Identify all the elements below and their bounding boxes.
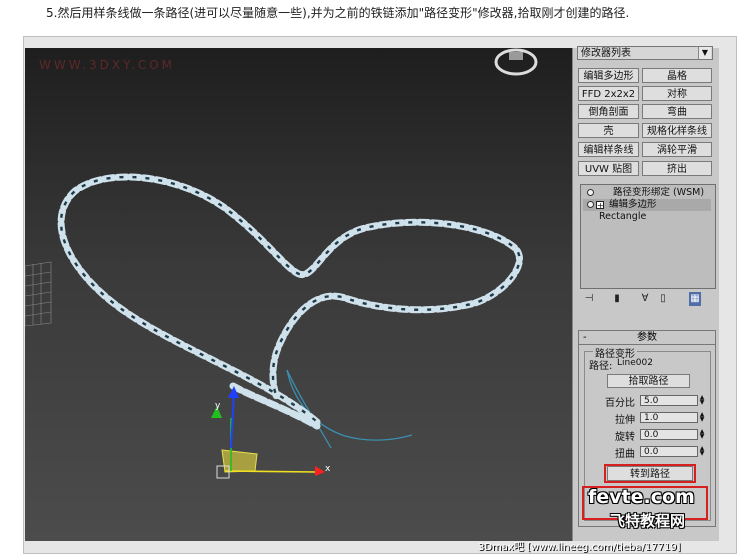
configure-modifier-sets-icon[interactable]: ▦ xyxy=(689,292,701,306)
spinner-arrows-icon[interactable]: ▲ ▼ xyxy=(698,446,706,457)
logo-line2: 飞特教程网 xyxy=(610,512,686,530)
modifier-button-edit-poly[interactable]: 编辑多边形 xyxy=(578,68,639,83)
lightbulb-icon[interactable] xyxy=(587,201,594,208)
modifier-stack: 路径变形绑定 (WSM) + 编辑多边形 Rectangle xyxy=(580,184,716,289)
chevron-down-icon[interactable]: ▼ xyxy=(698,47,711,59)
grid-fragment xyxy=(25,261,52,327)
rotation-spinner[interactable]: 0.0 xyxy=(640,429,698,440)
footer-watermark: 3Dmax吧 [www.lineeg.com/tieba/17719] xyxy=(478,542,681,553)
modifier-button-normalize-spline[interactable]: 规格化样条线 xyxy=(642,123,712,138)
modifier-button-edit-spline[interactable]: 编辑样条线 xyxy=(578,142,639,157)
modifier-button-ffd[interactable]: FFD 2x2x2 xyxy=(578,86,639,101)
chain-object[interactable] xyxy=(57,173,523,426)
spinner-arrows-icon[interactable]: ▲ ▼ xyxy=(698,429,706,440)
stretch-label: 拉伸 xyxy=(615,415,635,426)
stack-item-rectangle[interactable]: Rectangle xyxy=(583,211,711,223)
stack-item-edit-poly[interactable]: + 编辑多边形 xyxy=(583,199,711,211)
stack-item-label: 路径变形绑定 (WSM) xyxy=(613,187,705,198)
modifier-button-extrude[interactable]: 挤出 xyxy=(642,161,712,176)
remove-modifier-icon[interactable]: ▯ xyxy=(657,292,669,306)
modifier-button-lattice[interactable]: 晶格 xyxy=(642,68,712,83)
caption-text: 5.然后用样条线做一条路径(进可以尽量随意一些),并为之前的铁链添加"路径变形"… xyxy=(46,6,630,20)
modifier-list-dropdown[interactable]: 修改器列表 ▼ xyxy=(577,46,713,60)
spinner-arrows-icon[interactable]: ▲ ▼ xyxy=(698,412,706,423)
rotation-label: 旋转 xyxy=(615,432,635,443)
expand-plus-icon[interactable]: + xyxy=(596,201,604,210)
collapse-minus-icon[interactable]: - xyxy=(583,331,587,344)
lightbulb-icon[interactable] xyxy=(587,189,594,196)
stack-toolbar: ⊣ ▮ ∀ ▯ ▦ xyxy=(583,292,713,308)
pick-path-button[interactable]: 拾取路径 xyxy=(607,374,690,388)
path-value: Line002 xyxy=(617,358,653,368)
modifier-button-bevel-profile[interactable]: 倒角剖面 xyxy=(578,104,639,119)
perspective-viewport[interactable]: WWW.3DXY.COM y x xyxy=(25,48,572,541)
axis-x-label: x xyxy=(325,464,331,474)
stack-item-path-deform[interactable]: 路径变形绑定 (WSM) xyxy=(583,187,711,199)
percent-label: 百分比 xyxy=(605,398,635,409)
pin-stack-icon[interactable]: ⊣ xyxy=(583,292,595,306)
spinner-arrows-icon[interactable]: ▲ ▼ xyxy=(698,395,706,406)
logo-line1: fevte.com xyxy=(588,486,695,508)
twist-label: 扭曲 xyxy=(615,449,635,460)
modifier-button-shell[interactable]: 壳 xyxy=(578,123,639,138)
percent-spinner[interactable]: 5.0 xyxy=(640,395,698,406)
command-panel: 修改器列表 ▼ 编辑多边形 晶格 FFD 2x2x2 对称 倒角剖面 弯曲 壳 … xyxy=(572,46,719,541)
show-end-result-icon[interactable]: ▮ xyxy=(611,292,623,306)
modifier-button-uvw-map[interactable]: UVW 贴图 xyxy=(578,161,639,176)
make-unique-icon[interactable]: ∀ xyxy=(639,292,651,306)
rollout-header[interactable]: - 参数 xyxy=(579,331,715,345)
stack-item-label: 编辑多边形 xyxy=(609,199,657,210)
move-to-path-button[interactable]: 转到路径 xyxy=(607,466,693,481)
twist-spinner[interactable]: 0.0 xyxy=(640,446,698,457)
modifier-button-symmetry[interactable]: 对称 xyxy=(642,86,712,101)
scene-drawing xyxy=(25,48,538,479)
path-label: 路径: xyxy=(589,361,613,372)
viewcube-icon[interactable] xyxy=(494,48,538,76)
site-logo: fevte.com 飞特教程网 xyxy=(588,486,710,534)
stack-item-label: Rectangle xyxy=(599,211,647,222)
modifier-list-label: 修改器列表 xyxy=(581,48,631,59)
axis-y-label: y xyxy=(215,401,221,411)
modifier-button-bend[interactable]: 弯曲 xyxy=(642,104,712,119)
rollout-title: 参数 xyxy=(637,332,657,343)
stretch-spinner[interactable]: 1.0 xyxy=(640,412,698,423)
modifier-button-turbosmooth[interactable]: 涡轮平滑 xyxy=(642,142,712,157)
